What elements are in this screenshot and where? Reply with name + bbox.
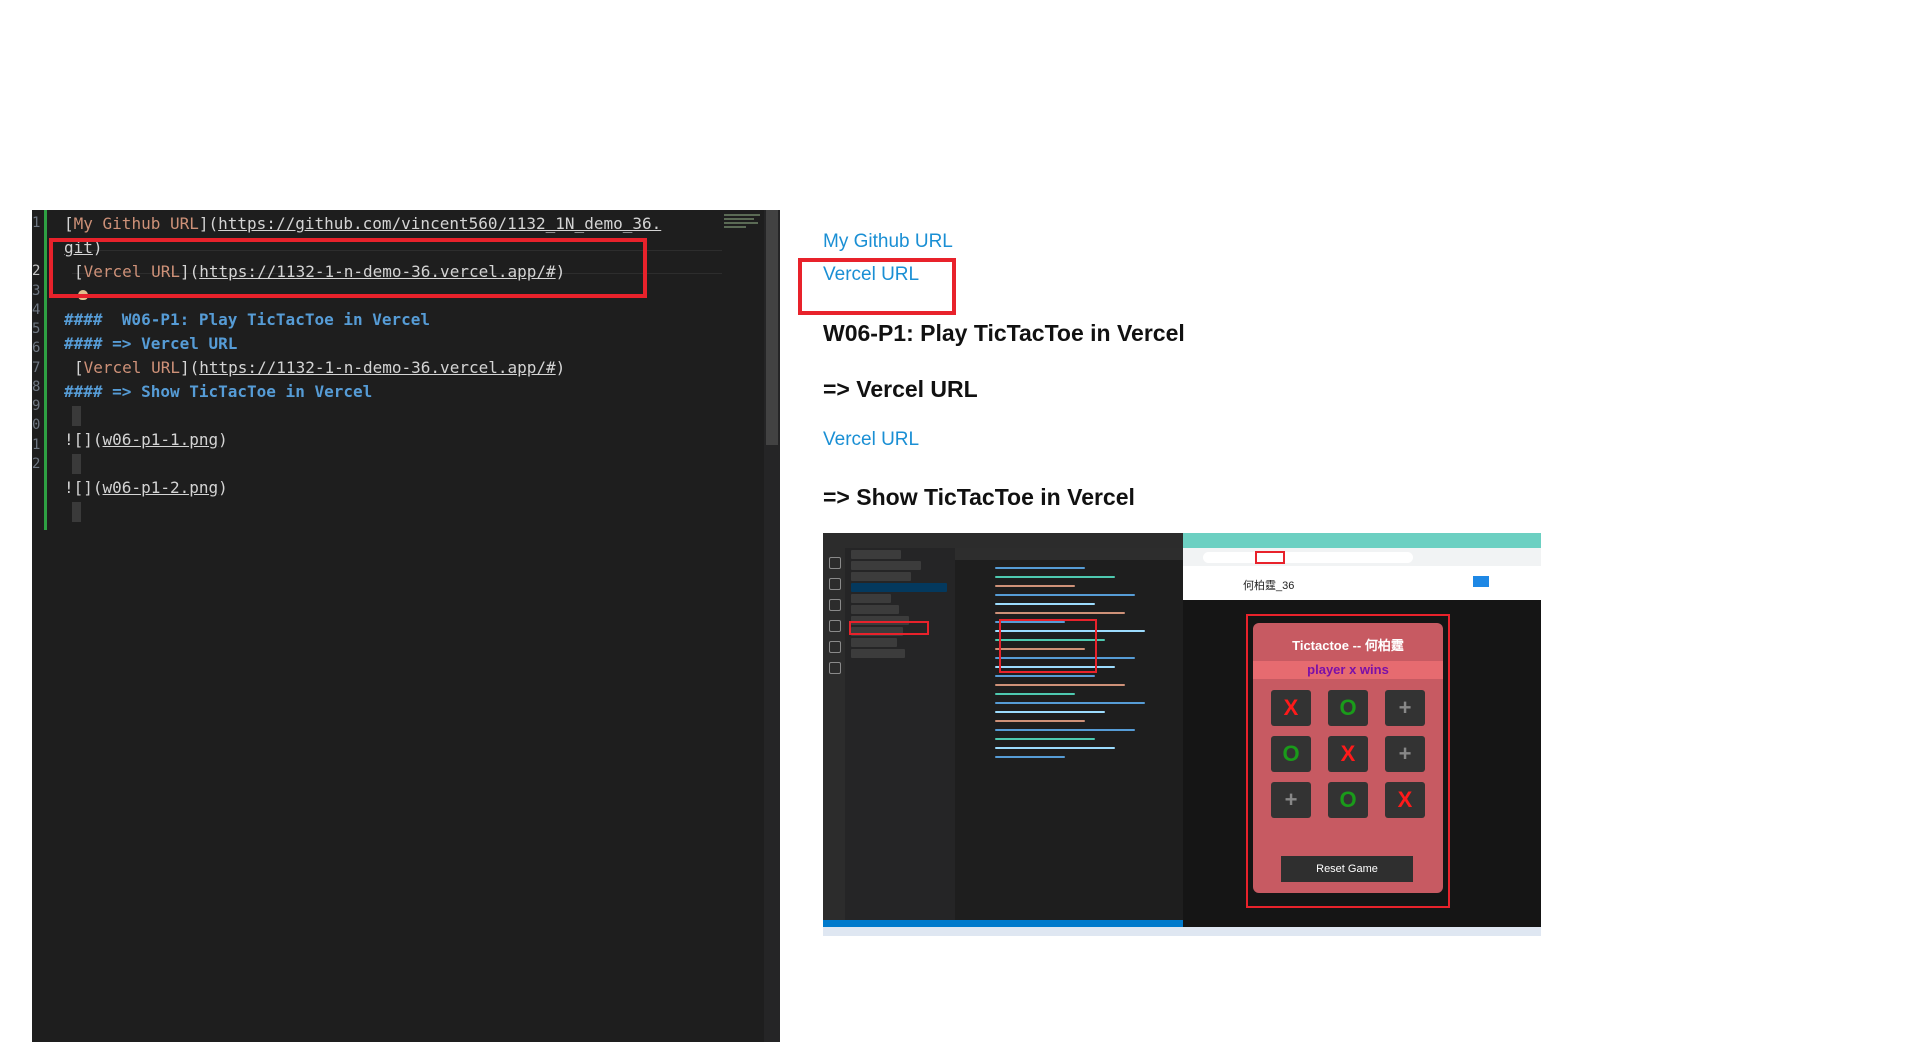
- code-line-6[interactable]: [Vercel URL](https://1132-1-n-demo-36.ve…: [74, 358, 565, 377]
- vscode-titlebar: [823, 533, 1183, 548]
- image-syntax: ![](: [64, 430, 103, 449]
- line-number: 5: [32, 321, 41, 337]
- image-filename[interactable]: w06-p1-1.png: [103, 430, 219, 449]
- vscode-editor: [955, 548, 1183, 920]
- annotation-box-explorer: [849, 621, 929, 635]
- site-body: Tictactoe -- 何柏霆 player x wins X O + O X…: [1183, 600, 1541, 927]
- link-url[interactable]: https://github.com/vincent560/1132_1N_de…: [218, 214, 661, 233]
- site-header: 何柏霆_36: [1183, 566, 1541, 600]
- code-line-11[interactable]: ![](w06-p1-2.png): [64, 478, 228, 497]
- minimap[interactable]: [724, 212, 764, 242]
- vscode-activity-bar: [823, 548, 845, 920]
- bracket: ](: [198, 214, 219, 233]
- code-line-9[interactable]: ![](w06-p1-1.png): [64, 430, 228, 449]
- code-line-4[interactable]: #### W06-P1: Play TicTacToe in Vercel: [64, 310, 430, 329]
- link-text: My Github URL: [73, 214, 199, 233]
- line-number: 2: [32, 456, 41, 472]
- bracket: ): [218, 430, 228, 449]
- browser-address-bar: [1203, 552, 1413, 563]
- code-line-1[interactable]: [My Github URL](https://github.com/vince…: [64, 214, 661, 233]
- vscode-statusbar: [823, 920, 1183, 927]
- line-number: 4: [32, 302, 41, 318]
- heading-vercel-url: => Vercel URL: [823, 376, 978, 402]
- line-number: 9: [32, 398, 41, 414]
- vscode-explorer: [845, 548, 955, 920]
- line-number: 7: [32, 360, 41, 376]
- browser-tabstrip: [1183, 533, 1541, 548]
- bracket: ](: [179, 358, 200, 377]
- heading-w06: W06-P1: Play TicTacToe in Vercel: [823, 320, 1185, 346]
- annotation-box-url: [1255, 551, 1285, 564]
- line-number: 0: [32, 417, 41, 433]
- line-number: 3: [32, 283, 41, 299]
- code-line-5[interactable]: #### => Vercel URL: [64, 334, 237, 353]
- annotation-box-preview: [798, 258, 956, 315]
- annotation-box-game: [1246, 614, 1450, 908]
- image-filename[interactable]: w06-p1-2.png: [103, 478, 219, 497]
- embedded-screenshot: 何柏霆_36 Tictactoe -- 何柏霆 player x wins X …: [823, 533, 1541, 936]
- indent-guide: [72, 502, 81, 522]
- line-number: 8: [32, 379, 41, 395]
- image-syntax: ![](: [64, 478, 103, 497]
- bracket: ): [218, 478, 228, 497]
- indent-guide: [72, 454, 81, 474]
- link-text: Vercel URL: [83, 358, 180, 377]
- code-line-7[interactable]: #### => Show TicTacToe in Vercel: [64, 382, 372, 401]
- bracket: ): [555, 358, 566, 377]
- link-url[interactable]: https://1132-1-n-demo-36.vercel.app/#: [199, 358, 555, 377]
- bracket: [: [64, 214, 74, 233]
- author-name: 何柏霆_36: [1243, 580, 1295, 592]
- markdown-editor[interactable]: 1 2 3 4 5 6 7 8 9 0 1 2 [My Github URL](…: [32, 210, 780, 1042]
- github-link[interactable]: My Github URL: [823, 231, 953, 253]
- annotation-box-code: [999, 619, 1097, 673]
- windows-taskbar: [823, 927, 1541, 936]
- heading-show-tictactoe: => Show TicTacToe in Vercel: [823, 484, 1135, 510]
- indent-guide: [72, 406, 81, 426]
- annotation-box-editor: [49, 238, 647, 298]
- line-number: 1: [32, 437, 41, 453]
- git-change-bar: [44, 210, 47, 530]
- line-number: 1: [32, 215, 41, 231]
- menu-icon: [1473, 576, 1489, 587]
- bracket: [: [74, 358, 84, 377]
- scrollbar-thumb[interactable]: [766, 210, 778, 445]
- vercel-link-2[interactable]: Vercel URL: [823, 429, 919, 451]
- line-number: 6: [32, 340, 41, 356]
- line-number: 2: [32, 263, 41, 279]
